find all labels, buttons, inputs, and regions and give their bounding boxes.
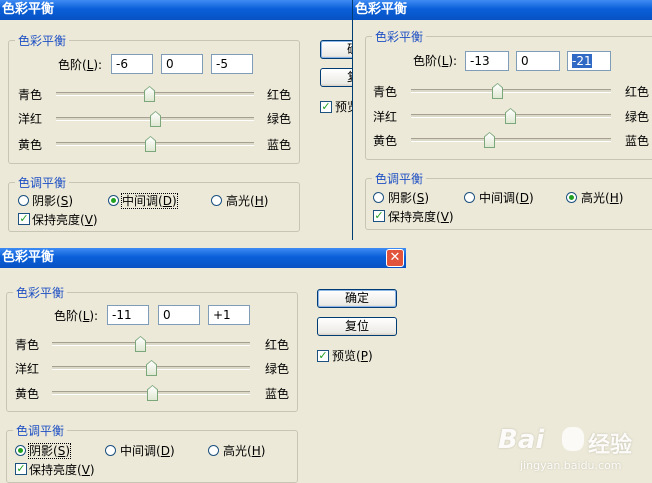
cyan-label: 青色 (15, 338, 40, 352)
preview-checkbox[interactable]: ✓ (320, 101, 332, 113)
preview-checkbox[interactable]: ✓ (317, 350, 329, 362)
highlights-radio[interactable] (211, 195, 222, 206)
cyan-red-slider-track[interactable] (52, 342, 250, 346)
dialog-title-2: 色彩平衡 (353, 0, 652, 20)
reset-button[interactable]: 复 (320, 68, 352, 87)
highlights-label[interactable]: 高光(H) (581, 191, 623, 205)
title-text: 色彩平衡 (2, 2, 55, 17)
paw-icon (562, 427, 584, 451)
close-button[interactable]: ✕ (386, 249, 404, 267)
highlights-radio[interactable] (566, 192, 577, 203)
watermark-url: jingyan.baidu.com (520, 459, 622, 472)
dialog-title-1: 色彩平衡 (0, 0, 352, 20)
red-label: 红色 (625, 85, 650, 99)
dialog-color-balance-3: 色彩平衡 ✕ 色彩平衡 色阶(L): -11 0 +1 青色 红色 洋红 绿色 … (0, 248, 406, 483)
cyan-red-input[interactable]: -6 (111, 54, 153, 74)
ok-button[interactable]: 确 (320, 40, 352, 59)
blue-label: 蓝色 (267, 138, 292, 152)
highlights-label[interactable]: 高光(H) (223, 444, 265, 458)
preserve-luminosity-label[interactable]: 保持亮度(V) (29, 463, 95, 477)
preserve-luminosity-checkbox[interactable]: ✓ (18, 213, 30, 225)
close-icon: ✕ (389, 250, 401, 265)
midtones-radio[interactable] (464, 192, 475, 203)
cyan-red-input[interactable]: -13 (465, 51, 509, 71)
color-balance-legend: 色彩平衡 (375, 30, 424, 44)
midtones-radio[interactable] (108, 195, 119, 206)
shadows-radio[interactable] (15, 445, 26, 456)
shadows-label[interactable]: 阴影(S) (28, 443, 71, 459)
cyan-red-slider-track[interactable] (56, 92, 254, 96)
midtones-label[interactable]: 中间调(D) (120, 444, 175, 458)
preserve-luminosity-label[interactable]: 保持亮度(V) (32, 213, 98, 227)
title-text: 色彩平衡 (355, 2, 408, 17)
ok-button[interactable]: 确定 (317, 289, 397, 308)
magenta-label: 洋红 (15, 362, 40, 376)
green-label: 绿色 (625, 110, 650, 124)
highlights-label[interactable]: 高光(H) (226, 194, 268, 208)
levels-label: 色阶(L): (413, 54, 458, 68)
dialog-color-balance-2: 色彩平衡 色彩平衡 色阶(L): -13 0 -21 青色 红色 洋红 绿色 黄… (352, 0, 652, 240)
cyan-red-input[interactable]: -11 (107, 305, 149, 325)
title-text: 色彩平衡 (2, 250, 55, 265)
yellow-blue-input[interactable]: -21 (567, 51, 611, 71)
blue-label: 蓝色 (625, 134, 650, 148)
yellow-label: 黄色 (18, 138, 43, 152)
green-label: 绿色 (265, 362, 290, 376)
magenta-green-input[interactable]: 0 (158, 305, 200, 325)
cyan-red-slider-track[interactable] (411, 89, 611, 93)
baidu-jingyan-watermark: Bai 经验 jingyan.baidu.com (498, 423, 648, 479)
preserve-luminosity-label[interactable]: 保持亮度(V) (388, 210, 454, 224)
color-balance-legend: 色彩平衡 (18, 34, 67, 48)
midtones-label[interactable]: 中间调(D) (121, 193, 178, 209)
dialog-color-balance-1: 色彩平衡 色彩平衡 色阶(L): -6 0 -5 青色 红色 洋红 绿色 黄色 … (0, 0, 352, 240)
levels-label: 色阶(L): (58, 58, 103, 72)
preview-label[interactable]: 预览 (335, 100, 352, 114)
shadows-radio[interactable] (18, 195, 29, 206)
magenta-label: 洋红 (373, 110, 398, 124)
watermark-logo: Bai (498, 425, 545, 455)
watermark-text: 经验 (588, 433, 633, 458)
shadows-radio[interactable] (373, 192, 384, 203)
red-label: 红色 (267, 88, 292, 102)
red-label: 红色 (265, 338, 290, 352)
magenta-green-input[interactable]: 0 (516, 51, 560, 71)
yellow-blue-slider-track[interactable] (411, 138, 611, 142)
yellow-blue-input[interactable]: -5 (211, 54, 253, 74)
levels-label: 色阶(L): (54, 309, 99, 323)
preserve-luminosity-checkbox[interactable]: ✓ (373, 210, 385, 222)
color-balance-legend: 色彩平衡 (16, 286, 65, 300)
cyan-label: 青色 (18, 88, 43, 102)
magenta-label: 洋红 (18, 112, 43, 126)
blue-label: 蓝色 (265, 387, 290, 401)
shadows-label[interactable]: 阴影(S) (388, 191, 429, 205)
shadows-label[interactable]: 阴影(S) (32, 194, 73, 208)
reset-button[interactable]: 复位 (317, 317, 397, 336)
green-label: 绿色 (267, 112, 292, 126)
cyan-label: 青色 (373, 85, 398, 99)
yellow-blue-input[interactable]: +1 (208, 305, 250, 325)
preview-label[interactable]: 预览(P) (332, 349, 373, 363)
yellow-label: 黄色 (373, 134, 398, 148)
magenta-green-input[interactable]: 0 (161, 54, 203, 74)
dialog-title-3: 色彩平衡 (0, 248, 406, 268)
midtones-label[interactable]: 中间调(D) (479, 191, 534, 205)
yellow-label: 黄色 (15, 387, 40, 401)
tone-balance-legend: 色调平衡 (16, 424, 65, 438)
tone-balance-legend: 色调平衡 (18, 176, 67, 190)
tone-balance-legend: 色调平衡 (375, 172, 424, 186)
midtones-radio[interactable] (105, 445, 116, 456)
highlights-radio[interactable] (208, 445, 219, 456)
preserve-luminosity-checkbox[interactable]: ✓ (15, 463, 27, 475)
